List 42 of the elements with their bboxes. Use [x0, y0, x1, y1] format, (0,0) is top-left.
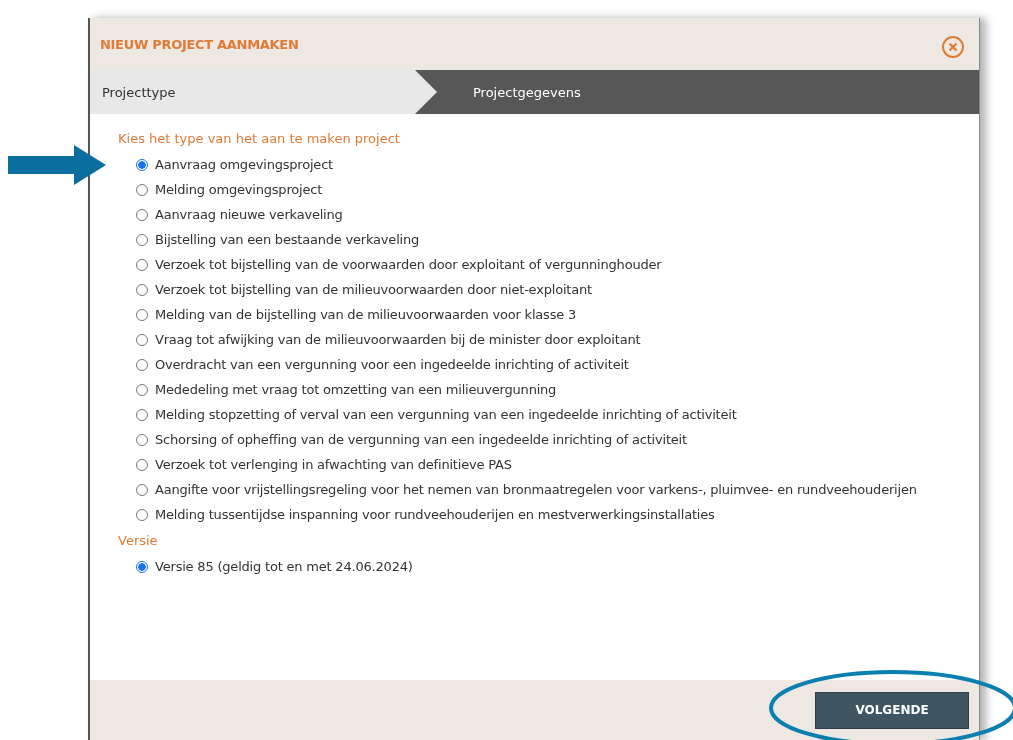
radio-option[interactable]: Schorsing of opheffing van de vergunning van een ingedeelde inrichting of activiteit — [136, 427, 979, 452]
option-label: Aanvraag nieuwe verkaveling — [155, 207, 343, 222]
section-heading: Versie — [118, 533, 159, 548]
option-label: Melding omgevingsproject — [155, 182, 323, 197]
option-label: Overdracht van een vergunning voor een ingedeelde inrichting of activiteit — [155, 357, 629, 372]
next-button[interactable]: VOLGENDE — [815, 691, 969, 729]
option-label: Aanvraag omgevingsproject — [155, 157, 333, 172]
option-label: Melding tussentijdse inspanning voor rundveehouderijen en mestverwerkingsinstallaties — [155, 507, 715, 522]
radio-button[interactable] — [136, 158, 148, 171]
radio-option[interactable]: Verzoek tot verlenging in afwachting van definitieve PAS — [136, 452, 979, 477]
radio-option[interactable]: Overdracht van een vergunning voor een ingedeelde inrichting of activiteit — [136, 352, 979, 377]
option-label: Schorsing of opheffing van de vergunning van een ingedeelde inrichting of activiteit — [155, 432, 687, 447]
radio-option[interactable]: Bijstelling van een bestaande verkaveling — [136, 227, 979, 252]
option-label: Versie 85 (geldig tot en met 24.06.2024) — [155, 559, 413, 574]
radio-option[interactable]: Mededeling met vraag tot omzetting van een milieuvergunning — [136, 377, 979, 402]
radio-option[interactable]: Aangifte voor vrijstellingsregeling voor het nemen van bronmaatregelen voor varkens-, pluimvee- en rundveehouderijen — [136, 477, 979, 502]
radio-option[interactable]: Melding stopzetting of verval van een vergunning van een ingedeelde inrichting of activiteit — [136, 402, 979, 427]
radio-button[interactable] — [136, 560, 148, 573]
wizard-step[interactable]: Projecttype — [90, 70, 437, 114]
radio-option[interactable]: Verzoek tot bijstelling van de voorwaarden door exploitant of vergunninghouder — [136, 252, 979, 277]
radio-option[interactable]: Melding tussentijdse inspanning voor rundveehouderijen en mestverwerkingsinstallaties — [136, 502, 979, 527]
option-label: Mededeling met vraag tot omzetting van een milieuvergunning — [155, 382, 557, 397]
radio-option[interactable]: Melding omgevingsproject — [136, 177, 979, 202]
option-label: Bijstelling van een bestaande verkaveling — [155, 232, 420, 247]
radio-option[interactable]: Aanvraag nieuwe verkaveling — [136, 202, 979, 227]
dialog-title: NIEUW PROJECT AANMAKEN — [100, 36, 299, 52]
close-icon[interactable] — [941, 35, 965, 59]
radio-option[interactable]: Verzoek tot bijstelling van de milieuvoorwaarden door niet-exploitant — [136, 277, 979, 302]
section-heading: Kies het type van het aan te maken project — [118, 131, 401, 146]
option-label: Verzoek tot bijstelling van de voorwaarden door exploitant of vergunninghouder — [155, 257, 662, 272]
option-label: Verzoek tot bijstelling van de milieuvoorwaarden door niet-exploitant — [155, 282, 592, 297]
radio-option[interactable]: Melding van de bijstelling van de milieuvoorwaarden voor klasse 3 — [136, 302, 979, 327]
option-label: Melding van de bijstelling van de milieuvoorwaarden voor klasse 3 — [155, 307, 577, 322]
option-label: Vraag tot afwijking van de milieuvoorwaarden bij de minister door exploitant — [155, 332, 641, 347]
option-label: Verzoek tot verlenging in afwachting van definitieve PAS — [155, 457, 512, 472]
wizard-step[interactable]: Projectgegevens — [437, 70, 979, 114]
option-label: Melding stopzetting of verval van een vergunning van een ingedeelde inrichting of activiteit — [155, 407, 737, 422]
radio-option[interactable]: Vraag tot afwijking van de milieuvoorwaarden bij de minister door exploitant — [136, 327, 979, 352]
arrow-icon — [8, 145, 106, 185]
option-label: Aangifte voor vrijstellingsregeling voor het nemen van bronmaatregelen voor varkens-, pluimvee- en rundveehouderijen — [155, 482, 917, 497]
radio-option[interactable]: Aanvraag omgevingsproject — [136, 152, 979, 177]
radio-option[interactable]: Versie 85 (geldig tot en met 24.06.2024) — [136, 554, 979, 579]
